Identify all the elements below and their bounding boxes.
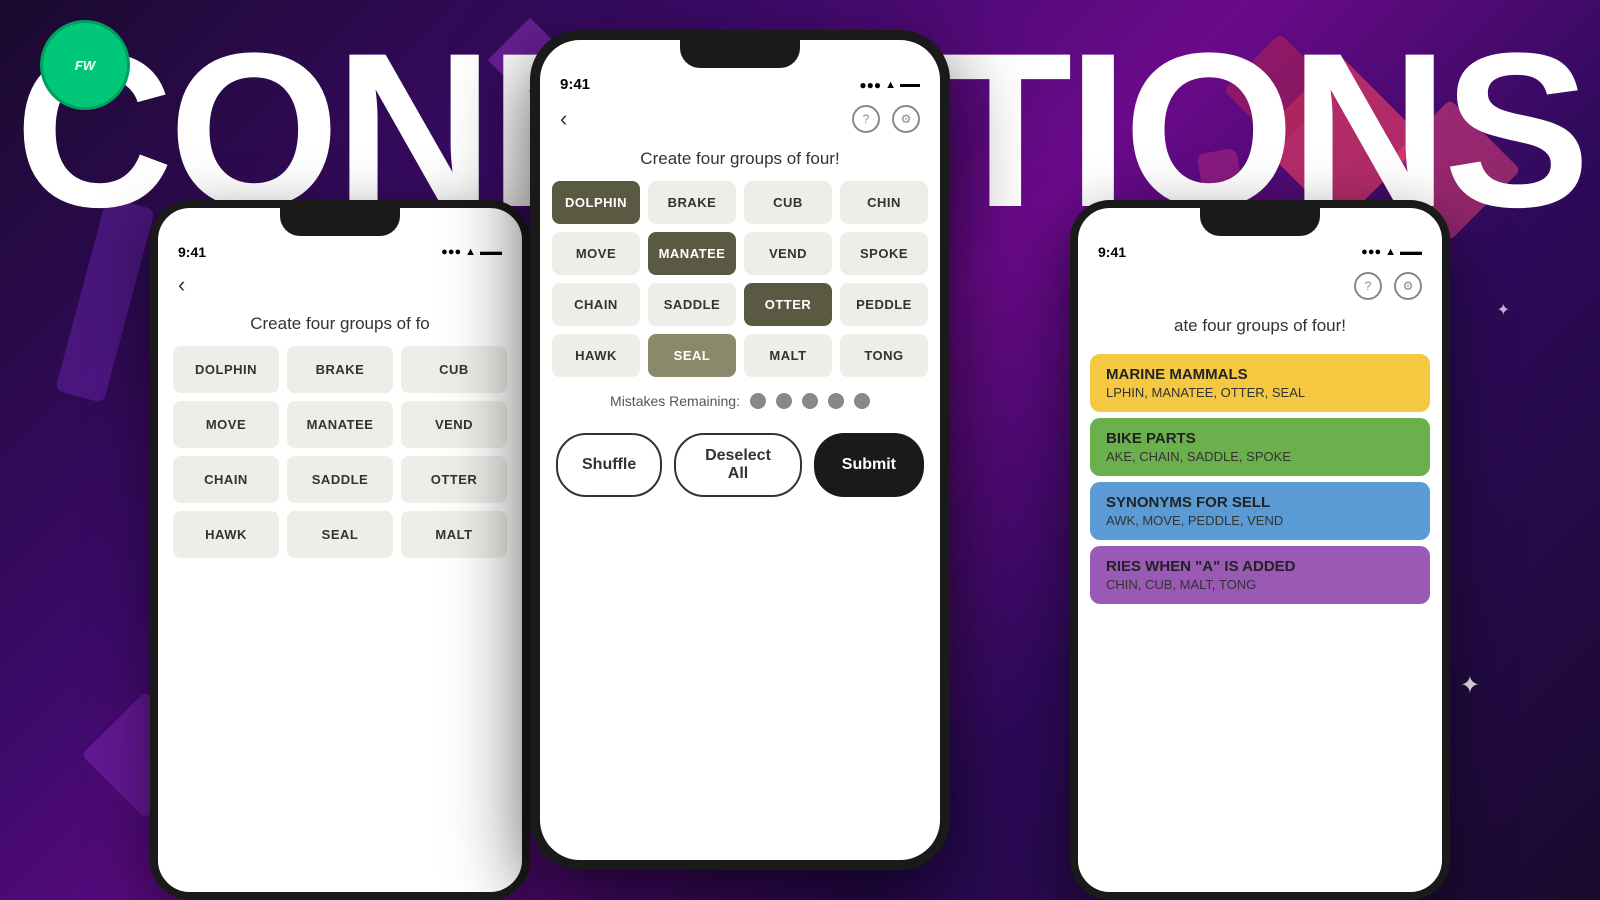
tile-chin-center[interactable]: CHIN <box>840 181 928 224</box>
action-buttons: Shuffle Deselect All Submit <box>540 425 940 505</box>
mistakes-row: Mistakes Remaining: <box>540 377 940 425</box>
game-title-right: ate four groups of four! <box>1078 308 1442 348</box>
phone-header-right: ? ⚙ <box>1078 264 1442 308</box>
status-bar-center: 9:41 ●●● ▲ ▬▬ <box>540 68 940 97</box>
shuffle-button[interactable]: Shuffle <box>556 433 662 497</box>
result-synonyms: SYNONYMS FOR SELL AWK, MOVE, PEDDLE, VEN… <box>1090 482 1430 540</box>
status-icons-left: ●●● ▲ ▬▬ <box>441 246 502 258</box>
tile-otter-center[interactable]: OTTER <box>744 283 832 326</box>
tile-seal-left[interactable]: SEAL <box>287 511 393 558</box>
tile-seal-center[interactable]: SEAL <box>648 334 736 377</box>
category-name-synonyms: SYNONYMS FOR SELL <box>1106 494 1414 511</box>
tile-vend-left[interactable]: VEND <box>401 401 507 448</box>
settings-icon-right[interactable]: ⚙ <box>1394 272 1422 300</box>
help-icon[interactable]: ? <box>852 105 880 133</box>
phone-center: 9:41 ●●● ▲ ▬▬ ‹ ? ⚙ Create four groups o… <box>530 30 950 870</box>
settings-icon[interactable]: ⚙ <box>892 105 920 133</box>
status-icons-center: ●●● ▲ ▬▬ <box>859 78 920 92</box>
word-grid-center: DOLPHIN BRAKE CUB CHIN MOVE MANATEE VEND… <box>540 181 940 377</box>
mistakes-label: Mistakes Remaining: <box>610 393 740 409</box>
phone-header-center: ‹ ? ⚙ <box>540 97 940 141</box>
phone-header-left: ‹ <box>158 264 522 306</box>
tile-saddle-center[interactable]: SADDLE <box>648 283 736 326</box>
dot-4 <box>828 393 844 409</box>
tile-tong-center[interactable]: TONG <box>840 334 928 377</box>
category-words-bike: AKE, CHAIN, SADDLE, SPOKE <box>1106 449 1414 464</box>
status-bar-left: 9:41 ●●● ▲ ▬▬ <box>158 236 522 264</box>
tile-brake-center[interactable]: BRAKE <box>648 181 736 224</box>
word-grid-left: DOLPHIN BRAKE CUB MOVE MANATEE VEND CHAI… <box>158 346 522 558</box>
tile-vend-center[interactable]: VEND <box>744 232 832 275</box>
tile-otter-left[interactable]: OTTER <box>401 456 507 503</box>
status-time-left: 9:41 <box>178 244 206 260</box>
status-icons-right: ●●● ▲ ▬▬ <box>1361 246 1422 258</box>
dot-1 <box>750 393 766 409</box>
category-words-marine: LPHIN, MANATEE, OTTER, SEAL <box>1106 385 1414 400</box>
deselect-button[interactable]: Deselect All <box>674 433 802 497</box>
tile-hawk-center[interactable]: HAWK <box>552 334 640 377</box>
phone-notch-center <box>680 40 800 68</box>
tile-move-left[interactable]: MOVE <box>173 401 279 448</box>
tile-dolphin-left[interactable]: DOLPHIN <box>173 346 279 393</box>
tile-manatee-left[interactable]: MANATEE <box>287 401 393 448</box>
tile-dolphin-center[interactable]: DOLPHIN <box>552 181 640 224</box>
category-name-marine: MARINE MAMMALS <box>1106 366 1414 383</box>
category-name-added-a: RIES WHEN "A" IS ADDED <box>1106 558 1414 575</box>
tile-saddle-left[interactable]: SADDLE <box>287 456 393 503</box>
back-arrow-left[interactable]: ‹ <box>178 272 185 298</box>
phone-right: 9:41 ●●● ▲ ▬▬ ? ⚙ ate four groups of fou… <box>1070 200 1450 900</box>
phone-notch-right <box>1200 208 1320 236</box>
tile-chain-center[interactable]: CHAIN <box>552 283 640 326</box>
category-name-bike: BIKE PARTS <box>1106 430 1414 447</box>
tile-peddle-center[interactable]: PEDDLE <box>840 283 928 326</box>
dot-3 <box>802 393 818 409</box>
dot-2 <box>776 393 792 409</box>
back-arrow-center[interactable]: ‹ <box>560 106 567 132</box>
result-marine-mammals: MARINE MAMMALS LPHIN, MANATEE, OTTER, SE… <box>1090 354 1430 412</box>
result-bike-parts: BIKE PARTS AKE, CHAIN, SADDLE, SPOKE <box>1090 418 1430 476</box>
phone-left: 9:41 ●●● ▲ ▬▬ ‹ Create four groups of fo… <box>150 200 530 900</box>
phone-notch-left <box>280 208 400 236</box>
header-icons-center: ? ⚙ <box>852 105 920 133</box>
category-words-added-a: CHIN, CUB, MALT, TONG <box>1106 577 1414 592</box>
tile-malt-left[interactable]: MALT <box>401 511 507 558</box>
game-title-left: Create four groups of fo <box>158 306 522 346</box>
tile-brake-left[interactable]: BRAKE <box>287 346 393 393</box>
game-title-center: Create four groups of four! <box>540 141 940 181</box>
tile-move-center[interactable]: MOVE <box>552 232 640 275</box>
tile-manatee-center[interactable]: MANATEE <box>648 232 736 275</box>
tile-cub-left[interactable]: CUB <box>401 346 507 393</box>
status-time-center: 9:41 <box>560 76 590 93</box>
tile-cub-center[interactable]: CUB <box>744 181 832 224</box>
category-words-synonyms: AWK, MOVE, PEDDLE, VEND <box>1106 513 1414 528</box>
help-icon-right[interactable]: ? <box>1354 272 1382 300</box>
tile-chain-left[interactable]: CHAIN <box>173 456 279 503</box>
header-icons-right: ? ⚙ <box>1354 272 1422 300</box>
status-time-right: 9:41 <box>1098 244 1126 260</box>
tile-hawk-left[interactable]: HAWK <box>173 511 279 558</box>
fw-logo: FW <box>40 20 130 110</box>
tile-malt-center[interactable]: MALT <box>744 334 832 377</box>
tile-spoke-center[interactable]: SPOKE <box>840 232 928 275</box>
dot-5 <box>854 393 870 409</box>
submit-button[interactable]: Submit <box>814 433 924 497</box>
status-bar-right: 9:41 ●●● ▲ ▬▬ <box>1078 236 1442 264</box>
result-added-a: RIES WHEN "A" IS ADDED CHIN, CUB, MALT, … <box>1090 546 1430 604</box>
